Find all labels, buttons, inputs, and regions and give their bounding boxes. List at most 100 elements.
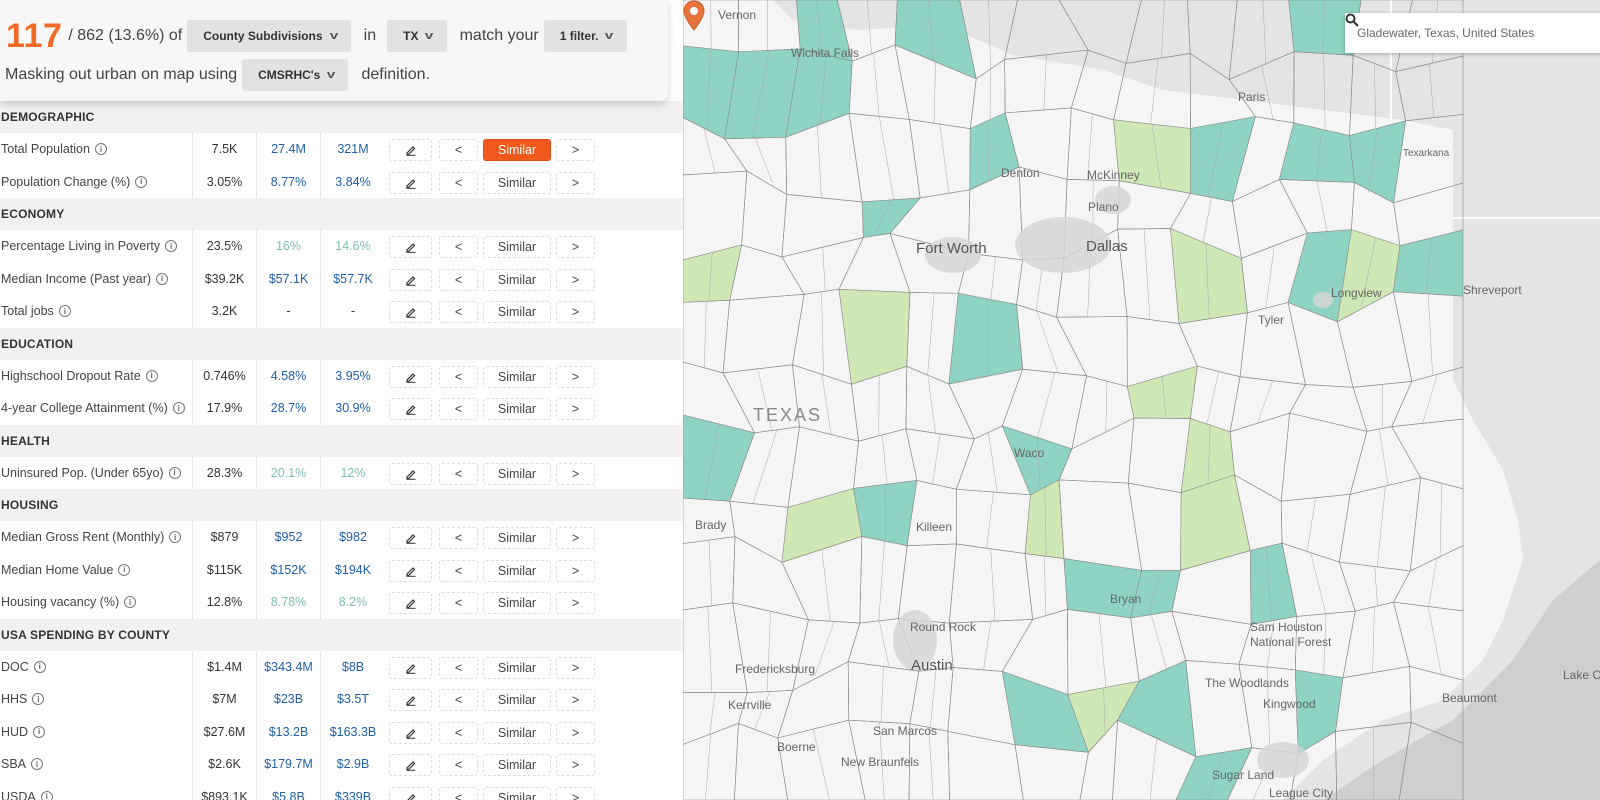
local-value: 3.2K (193, 295, 257, 328)
previous-button[interactable]: < (439, 592, 478, 614)
info-icon[interactable]: i (40, 790, 53, 800)
edit-button[interactable] (389, 268, 432, 291)
edit-button[interactable] (389, 592, 432, 614)
next-button[interactable]: > (556, 754, 595, 776)
city-label-paris: Paris (1238, 90, 1266, 104)
previous-button[interactable]: < (439, 365, 478, 388)
edit-button[interactable] (389, 786, 432, 800)
edit-button[interactable] (389, 721, 432, 744)
info-icon[interactable]: i (31, 758, 44, 771)
similar-button[interactable]: Similar (483, 721, 551, 744)
metric-row: 4-year College Attainment (%) i 17.9% 28… (0, 392, 683, 425)
location-pin-icon[interactable] (683, 0, 705, 32)
edit-button[interactable] (389, 754, 432, 776)
next-button[interactable]: > (556, 689, 595, 711)
edit-button[interactable] (389, 301, 432, 323)
previous-button[interactable]: < (439, 236, 478, 258)
similar-button[interactable]: Similar (483, 171, 551, 194)
edit-button[interactable] (389, 527, 432, 549)
similar-button[interactable]: Similar (483, 754, 551, 776)
info-icon[interactable]: i (118, 563, 131, 576)
state-value: $179.7M (257, 748, 321, 781)
similar-button[interactable]: Similar (483, 592, 551, 614)
previous-button[interactable]: < (439, 398, 478, 420)
definition-dropdown[interactable]: CMSRHC's v (242, 59, 349, 91)
similar-button[interactable]: Similar (483, 656, 551, 679)
similar-button[interactable]: Similar (483, 301, 551, 323)
edit-button[interactable] (389, 689, 432, 711)
edit-button[interactable] (389, 398, 432, 420)
info-icon[interactable]: i (58, 305, 71, 318)
similar-button[interactable]: Similar (483, 398, 551, 420)
similar-button[interactable]: Similar (483, 689, 551, 711)
previous-button[interactable]: < (439, 689, 478, 711)
previous-button[interactable]: < (439, 527, 478, 549)
info-icon[interactable]: i (94, 143, 107, 156)
similar-button[interactable]: Similar (483, 559, 551, 582)
similar-button[interactable]: Similar (483, 139, 551, 161)
next-button[interactable]: > (556, 171, 595, 194)
previous-button[interactable]: < (439, 301, 478, 323)
info-icon[interactable]: i (145, 369, 158, 382)
edit-button[interactable] (389, 236, 432, 258)
info-icon[interactable]: i (169, 531, 182, 544)
previous-button[interactable]: < (439, 786, 478, 800)
info-icon[interactable]: i (156, 272, 169, 285)
next-button[interactable]: > (556, 656, 595, 679)
next-button[interactable]: > (556, 786, 595, 800)
state-dropdown[interactable]: TX v (387, 20, 447, 52)
similar-button[interactable]: Similar (483, 365, 551, 388)
edit-button[interactable] (389, 171, 432, 194)
county-shape[interactable] (948, 292, 1024, 385)
map-view[interactable]: Vernon Wichita Falls Paris Texarkana Denton M… (683, 0, 1600, 800)
info-icon[interactable]: i (124, 596, 137, 609)
next-button[interactable]: > (556, 236, 595, 258)
similar-button[interactable]: Similar (483, 527, 551, 549)
urban-area (1313, 292, 1333, 308)
edit-button[interactable] (389, 559, 432, 582)
info-icon[interactable]: i (135, 175, 148, 188)
next-button[interactable]: > (556, 527, 595, 549)
filter-dropdown[interactable]: 1 filter. v (543, 20, 627, 52)
similar-button[interactable]: Similar (483, 786, 551, 800)
edit-button[interactable] (389, 462, 432, 485)
previous-button[interactable]: < (439, 656, 478, 679)
info-icon[interactable]: i (32, 693, 45, 706)
national-value: $194K (334, 562, 372, 577)
info-icon[interactable]: i (172, 402, 185, 415)
info-icon[interactable]: i (33, 660, 46, 673)
next-button[interactable]: > (556, 721, 595, 744)
previous-button[interactable]: < (439, 171, 478, 194)
next-button[interactable]: > (556, 559, 595, 582)
similar-button[interactable]: Similar (483, 268, 551, 291)
county-map[interactable] (683, 0, 1600, 800)
info-icon[interactable]: i (33, 725, 46, 738)
location-search[interactable]: Gladewater, Texas, United States (1345, 13, 1600, 53)
previous-button[interactable]: < (439, 139, 478, 161)
similar-button[interactable]: Similar (483, 236, 551, 258)
next-button[interactable]: > (556, 268, 595, 291)
pencil-icon (405, 403, 417, 415)
info-icon[interactable]: i (165, 240, 178, 253)
info-icon[interactable]: i (168, 466, 181, 479)
next-button[interactable]: > (556, 592, 595, 614)
next-button[interactable]: > (556, 301, 595, 323)
metric-row: HUD i $27.6M $13.2B $163.3B < Similar > (0, 715, 683, 748)
next-button[interactable]: > (556, 139, 595, 161)
edit-button[interactable] (389, 365, 432, 388)
previous-button[interactable]: < (439, 559, 478, 582)
previous-button[interactable]: < (439, 268, 478, 291)
previous-button[interactable]: < (439, 754, 478, 776)
previous-button[interactable]: < (439, 721, 478, 744)
edit-button[interactable] (389, 139, 432, 161)
next-button[interactable]: > (556, 398, 595, 420)
next-button[interactable]: > (556, 365, 595, 388)
similar-button[interactable]: Similar (483, 462, 551, 485)
previous-button[interactable]: < (439, 462, 478, 485)
masking-label: Masking out urban on map using (5, 66, 238, 83)
next-button[interactable]: > (556, 462, 595, 485)
local-value: 7.5K (193, 133, 257, 166)
edit-button[interactable] (389, 656, 432, 679)
geo-type-dropdown[interactable]: County Subdivisions v (187, 20, 351, 52)
local-value: $39.2K (193, 262, 257, 295)
